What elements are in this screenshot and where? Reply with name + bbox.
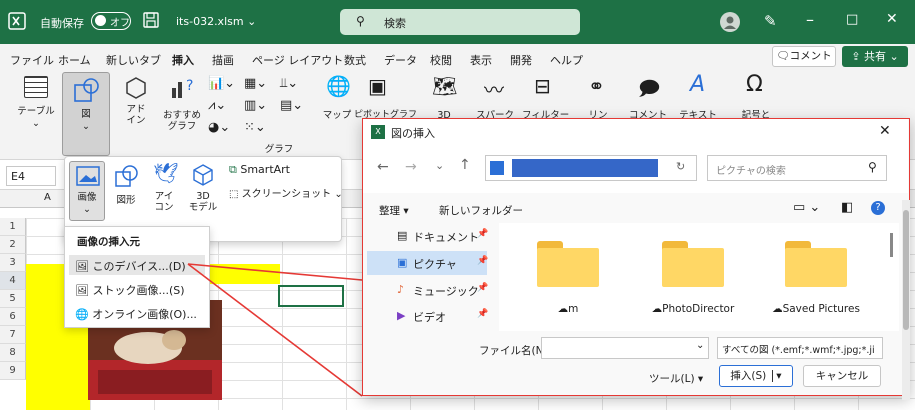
help-icon[interactable]: ? [871,201,885,215]
insert-picture-dialog: X 図の挿入 ✕ ← → ⌄ ↑ ↻ ピクチャの検索 ⚲ 整理 ▾ 新しいフォル… [362,118,910,396]
tools-button[interactable]: ツール(L) ▾ [649,371,703,386]
chevron-down-icon[interactable]: ⌄ [696,340,704,351]
nav-item-documents[interactable]: ▤ ドキュメント 📌 [367,225,489,247]
videos-icon: ▶ [397,309,406,322]
dialog-address-row: ← → ⌄ ↑ ↻ ピクチャの検索 ⚲ [363,145,908,193]
folder-icon [785,241,847,287]
nav-item-music[interactable]: ♪ ミュージック 📌 [367,279,489,301]
search-icon: ⚲ [868,160,877,174]
folder-item[interactable]: ☁Saved Pictures [761,237,871,327]
nav-item-videos[interactable]: ▶ ビデオ 📌 [367,305,489,327]
cancel-button[interactable]: キャンセル [803,365,881,387]
new-folder-button[interactable]: 新しいフォルダー [439,203,523,218]
scrollbar-thumb[interactable] [903,210,909,330]
up-icon[interactable]: ↑ [459,157,471,173]
address-path [512,159,658,177]
history-chevron-icon[interactable]: ⌄ [435,159,444,172]
pin-icon: 📌 [477,309,489,319]
music-icon: ♪ [397,283,405,296]
dialog-close-icon[interactable]: ✕ [879,123,891,139]
cloud-icon: ☁ [557,303,569,315]
folder-icon [662,241,724,287]
address-bar[interactable]: ↻ [485,155,697,181]
dialog-footer: ファイル名(N): ⌄ すべての図 (*.emf;*.wmf;*.jpg;*.j… [363,331,908,395]
dialog-titlebar: X 図の挿入 ✕ [363,119,908,145]
vertical-scrollbar[interactable] [902,200,910,400]
pin-icon: 📌 [477,256,489,266]
back-icon[interactable]: ← [377,159,389,175]
preview-pane-icon[interactable]: ◧ [841,200,853,215]
nav-pane: ▤ ドキュメント 📌 ▣ ピクチャ 📌 ♪ ミュージック 📌 ▶ ビデオ 📌 [363,223,489,331]
folder-icon [537,241,599,287]
pictures-icon: ▣ [397,256,408,269]
dialog-title: 図の挿入 [391,127,435,140]
dialog-toolbar: 整理 ▾ 新しいフォルダー ▭ ⌄ ◧ ? [363,195,908,223]
folder-item[interactable]: ☁PhotoDirector [643,237,743,327]
nav-item-pictures[interactable]: ▣ ピクチャ 📌 [367,251,489,275]
file-list[interactable]: ☁m ☁PhotoDirector ☁Saved Pictures [499,223,899,333]
filename-input[interactable]: ⌄ [541,337,709,359]
cloud-icon: ☁ [772,303,783,315]
organize-button[interactable]: 整理 ▾ [379,203,409,218]
dialog-search-box[interactable]: ピクチャの検索 ⚲ [707,155,887,181]
documents-icon: ▤ [397,229,408,242]
view-icon[interactable]: ▭ ⌄ [793,200,820,215]
cloud-icon: ☁ [651,303,663,315]
pin-icon: 📌 [477,283,489,293]
refresh-icon[interactable]: ↻ [676,160,685,173]
pin-icon: 📌 [477,229,489,239]
scrollbar-thumb[interactable] [890,233,893,257]
excel-dialog-icon: X [371,125,385,139]
forward-icon[interactable]: → [405,159,417,175]
filetype-select[interactable]: すべての図 (*.emf;*.wmf;*.jpg;*.ji [717,337,883,359]
folder-item[interactable]: ☁m [523,237,613,327]
insert-button[interactable]: 挿入(S) ▾ [719,365,793,387]
pictures-folder-icon [490,161,504,175]
